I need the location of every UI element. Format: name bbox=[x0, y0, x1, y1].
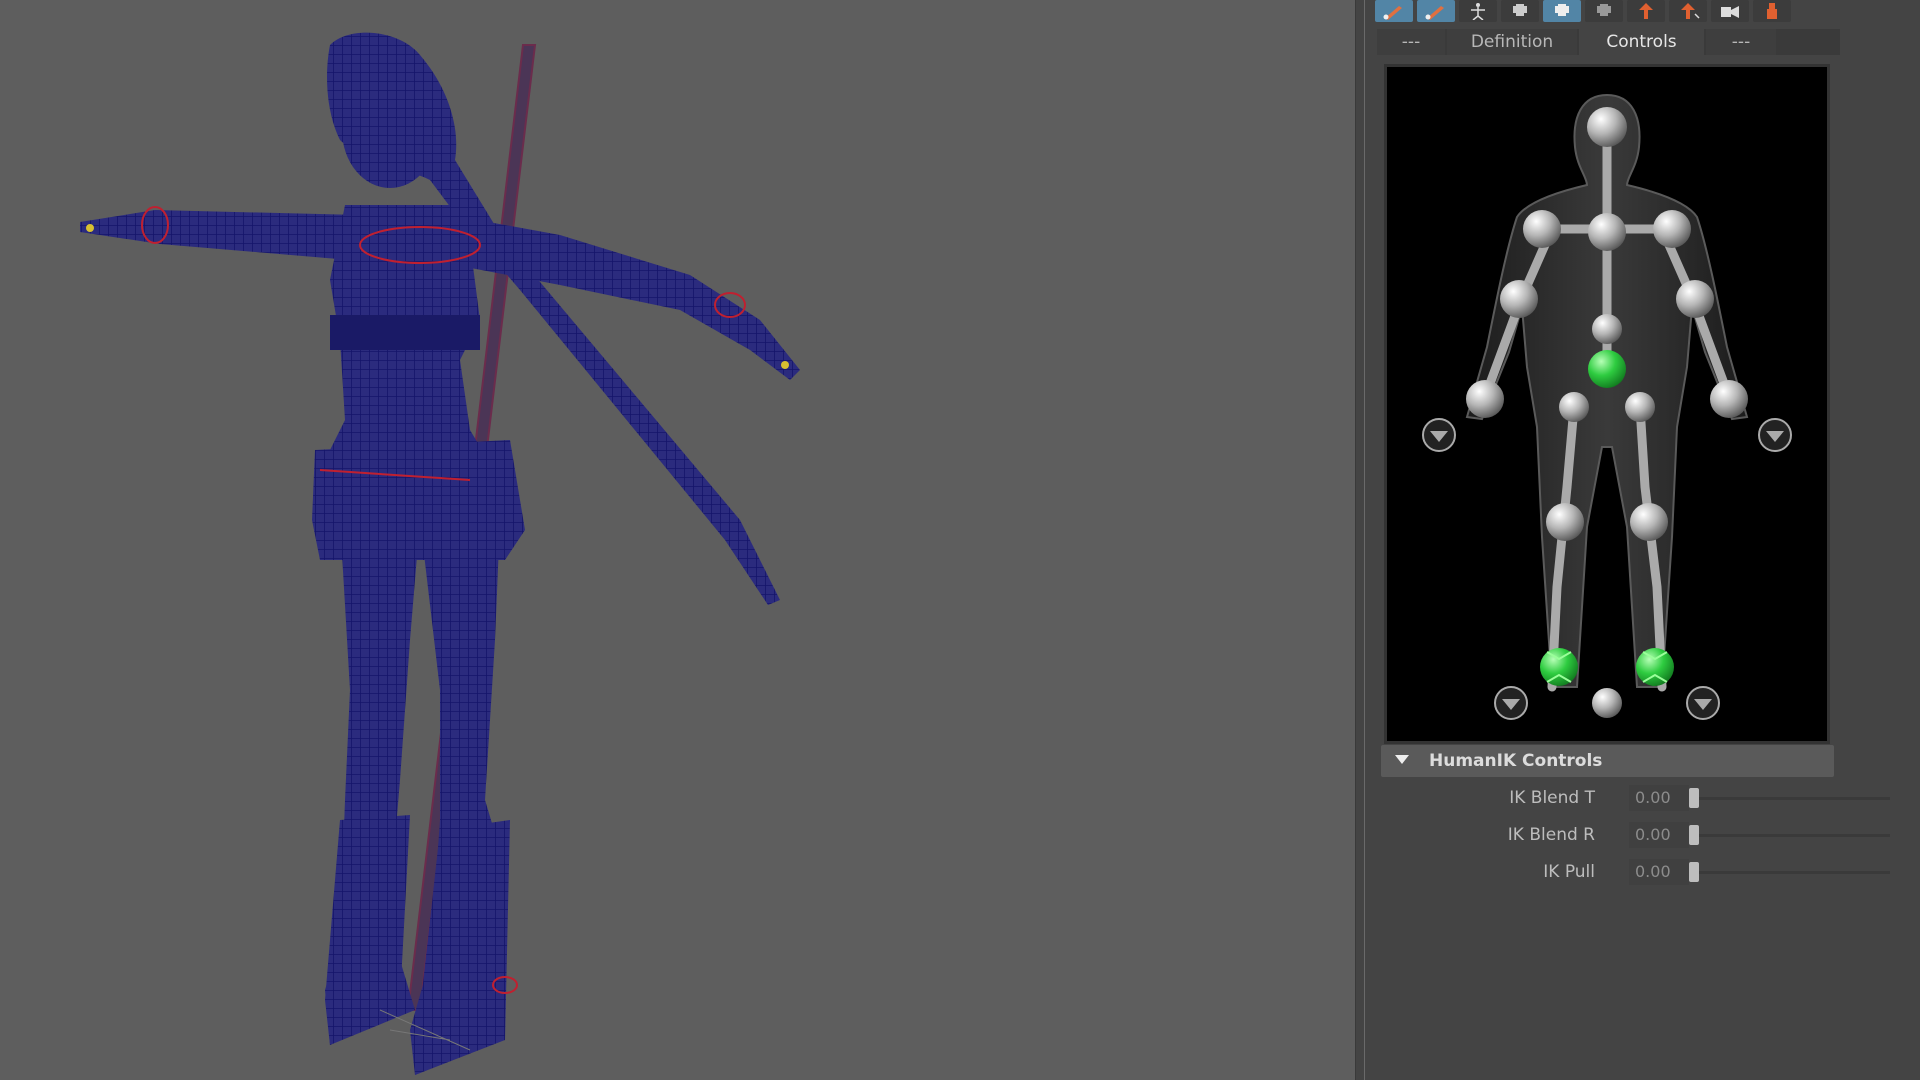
humanik-toolbar bbox=[1375, 0, 1840, 22]
key-button[interactable] bbox=[1711, 0, 1749, 22]
ik-pull-field[interactable]: 0.00 bbox=[1629, 859, 1689, 885]
skeleton-button[interactable] bbox=[1459, 0, 1497, 22]
left-hip-effector[interactable] bbox=[1559, 392, 1589, 422]
tab-definition[interactable]: Definition bbox=[1447, 29, 1577, 55]
chest-effector[interactable] bbox=[1588, 213, 1626, 251]
head-effector[interactable] bbox=[1587, 107, 1627, 147]
attr-row-ik-blend-r: IK Blend R 0.00 bbox=[1365, 820, 1920, 850]
orange-figure-2-button[interactable] bbox=[1669, 0, 1707, 22]
orange-figure-icon bbox=[1639, 3, 1653, 19]
section-title: HumanIK Controls bbox=[1429, 751, 1603, 771]
right-foot-expand-icon[interactable] bbox=[1686, 686, 1720, 720]
left-shoulder-effector[interactable] bbox=[1523, 210, 1561, 248]
character-button[interactable] bbox=[1501, 0, 1539, 22]
panel-splitter[interactable] bbox=[1355, 0, 1365, 1080]
hips-effector[interactable] bbox=[1588, 350, 1626, 388]
humanik-controls-section-header[interactable]: HumanIK Controls bbox=[1381, 745, 1834, 777]
ik-pull-slider-track[interactable] bbox=[1695, 871, 1890, 874]
ik-blend-t-slider-handle[interactable] bbox=[1689, 788, 1699, 808]
ik-blend-r-slider-track[interactable] bbox=[1695, 834, 1890, 837]
right-hip-effector[interactable] bbox=[1625, 392, 1655, 422]
attr-label: IK Pull bbox=[1543, 862, 1595, 882]
right-shoulder-effector[interactable] bbox=[1653, 210, 1691, 248]
orange-figure-3-button[interactable] bbox=[1753, 0, 1791, 22]
left-knee-effector[interactable] bbox=[1546, 503, 1584, 541]
ik-pull-slider-handle[interactable] bbox=[1689, 862, 1699, 882]
left-hand-expand-icon[interactable] bbox=[1422, 418, 1456, 452]
brush-tool-icon bbox=[1383, 6, 1402, 20]
right-elbow-effector[interactable] bbox=[1676, 280, 1714, 318]
reference-effector[interactable] bbox=[1592, 688, 1622, 718]
right-knee-effector[interactable] bbox=[1630, 503, 1668, 541]
humanik-panel: --- Definition Controls --- HumanIK Cont… bbox=[1365, 0, 1920, 1080]
left-wrist-effector[interactable] bbox=[1466, 380, 1504, 418]
orange-figure-3-icon bbox=[1767, 3, 1777, 19]
character-alt-icon bbox=[1597, 4, 1611, 16]
character-selected-icon bbox=[1555, 4, 1569, 16]
collapse-triangle-icon[interactable] bbox=[1395, 755, 1409, 764]
tab-left-more[interactable]: --- bbox=[1377, 29, 1445, 55]
attr-row-ik-blend-t: IK Blend T 0.00 bbox=[1365, 783, 1920, 813]
left-ankle-effector[interactable] bbox=[1540, 648, 1578, 686]
character-alt-button[interactable] bbox=[1585, 0, 1623, 22]
humanik-figure-view[interactable] bbox=[1384, 64, 1830, 744]
viewport-3d[interactable] bbox=[0, 0, 1355, 1080]
skeleton-icon bbox=[1471, 3, 1485, 20]
brush-tool-active-icon bbox=[1425, 6, 1444, 20]
brush-tool-button[interactable] bbox=[1375, 0, 1413, 22]
orange-figure-2-icon bbox=[1681, 3, 1700, 19]
right-wrist-effector[interactable] bbox=[1710, 380, 1748, 418]
character-icon bbox=[1513, 4, 1527, 16]
ik-blend-r-slider-handle[interactable] bbox=[1689, 825, 1699, 845]
brush-tool-active-button[interactable] bbox=[1417, 0, 1455, 22]
ik-blend-r-field[interactable]: 0.00 bbox=[1629, 822, 1689, 848]
left-elbow-effector[interactable] bbox=[1500, 280, 1538, 318]
orange-figure-button[interactable] bbox=[1627, 0, 1665, 22]
attr-label: IK Blend R bbox=[1507, 825, 1595, 845]
key-icon bbox=[1721, 6, 1739, 18]
humanik-tabs: --- Definition Controls --- bbox=[1377, 29, 1840, 55]
ik-blend-t-field[interactable]: 0.00 bbox=[1629, 785, 1689, 811]
tab-controls[interactable]: Controls bbox=[1579, 29, 1704, 55]
right-ankle-effector[interactable] bbox=[1636, 648, 1674, 686]
attr-row-ik-pull: IK Pull 0.00 bbox=[1365, 857, 1920, 887]
right-hand-expand-icon[interactable] bbox=[1758, 418, 1792, 452]
left-foot-expand-icon[interactable] bbox=[1494, 686, 1528, 720]
character-selected-button[interactable] bbox=[1543, 0, 1581, 22]
attr-label: IK Blend T bbox=[1509, 788, 1595, 808]
tab-right-more[interactable]: --- bbox=[1706, 29, 1776, 55]
character-wireframe-model[interactable] bbox=[0, 0, 1355, 1080]
spine-effector[interactable] bbox=[1592, 314, 1622, 344]
ik-blend-t-slider-track[interactable] bbox=[1695, 797, 1890, 800]
